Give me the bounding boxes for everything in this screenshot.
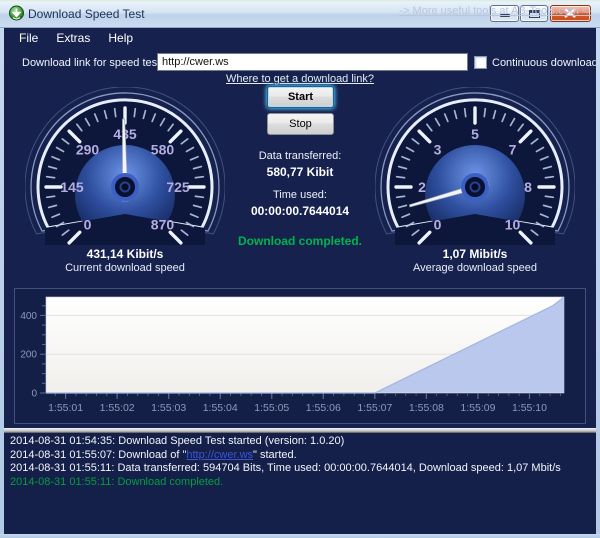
- where-link-row: Where to get a download link?: [0, 73, 600, 85]
- x-axis-label: 1:55:03: [151, 402, 186, 414]
- x-axis-label: 1:55:02: [100, 402, 135, 414]
- window-title: Download Speed Test: [28, 7, 145, 21]
- x-axis-label: 1:55:08: [409, 402, 444, 414]
- window-border-left: [0, 28, 4, 538]
- x-axis-label: 1:55:04: [203, 402, 238, 414]
- average-speed-gauge: 0 2 3 5 7 8 10: [375, 87, 575, 245]
- start-button[interactable]: Start: [267, 86, 334, 108]
- current-speed-gauge: 0145290435580725870: [25, 87, 225, 245]
- y-axis-label: 200: [20, 350, 37, 361]
- x-axis-label: 1:55:05: [254, 402, 289, 414]
- where-to-get-link[interactable]: Where to get a download link?: [226, 73, 374, 85]
- gauge-scale-label: 0: [84, 216, 92, 232]
- y-axis-label: 0: [31, 389, 37, 400]
- continuous-download-checkbox[interactable]: [474, 56, 487, 69]
- y-axis-label: 400: [20, 311, 37, 322]
- menu-item-help[interactable]: Help: [99, 28, 142, 45]
- window-border-bottom: [0, 534, 600, 538]
- gauge-scale-label: 145: [60, 179, 84, 195]
- log-output[interactable]: 2014-08-31 01:54:35: Download Speed Test…: [4, 433, 596, 534]
- gauge-scale-label: 0: [434, 216, 442, 232]
- download-link-label: Download link for speed test:: [22, 57, 163, 69]
- x-axis-label: 1:55:06: [306, 402, 341, 414]
- window-border-right: [596, 28, 600, 538]
- download-completed-message: Download completed.: [200, 234, 400, 248]
- gauge-scale-label: 5: [471, 126, 479, 142]
- log-line: 2014-08-31 01:55:07: Download of "http:/…: [10, 449, 590, 463]
- speed-chart-panel: 0 200 400 1:55:01 1:55:02 1:55:03 1:55:04 1:55:…: [14, 288, 586, 424]
- x-axis-label: 1:55:01: [48, 402, 83, 414]
- gauge-scale-label: 10: [505, 216, 521, 232]
- time-used-label: Time used:: [230, 189, 370, 201]
- speed-chart: 0 200 400 1:55:01 1:55:02 1:55:03 1:55:04 1:55:…: [15, 289, 585, 423]
- gauge-scale-label: 8: [524, 179, 532, 195]
- current-speed-value: 431,14 Kibit/s: [25, 247, 225, 261]
- gauge-scale-label: 580: [151, 142, 175, 158]
- gauge-scale-label: 870: [151, 216, 175, 232]
- gauge-scale-label: 725: [166, 179, 190, 195]
- log-line: 2014-08-31 01:55:11: Download completed.: [10, 476, 590, 490]
- gauge-scale-label: 290: [76, 142, 100, 158]
- app-window: Download Speed Test FileExtrasHelp -> Mo…: [0, 0, 600, 538]
- data-transferred-label: Data transferred:: [230, 150, 370, 162]
- data-transferred-value: 580,77 Kibit: [215, 165, 385, 179]
- download-url-input[interactable]: [157, 53, 468, 71]
- continuous-download-label: Continuous download: [492, 57, 598, 69]
- x-axis-label: 1:55:07: [357, 402, 392, 414]
- stop-button[interactable]: Stop: [267, 113, 334, 135]
- x-axis-label: 1:55:09: [460, 402, 495, 414]
- app-icon: [8, 5, 25, 22]
- ab-tools-link[interactable]: -> More useful tools at AB-Tools.com <-: [399, 5, 592, 17]
- menu-item-file[interactable]: File: [10, 28, 47, 45]
- gauge-scale-label: 7: [509, 142, 517, 158]
- average-speed-caption: Average download speed: [375, 262, 575, 274]
- log-line: 2014-08-31 01:55:11: Data transferred: 5…: [10, 462, 590, 476]
- current-speed-caption: Current download speed: [25, 262, 225, 274]
- log-url-link[interactable]: http://cwer.ws: [186, 449, 253, 461]
- log-line: 2014-08-31 01:54:35: Download Speed Test…: [10, 435, 590, 449]
- gauge-scale-label: 2: [418, 179, 426, 195]
- menu-bar: FileExtrasHelp: [4, 28, 596, 48]
- time-used-value: 00:00:00.7644014: [215, 204, 385, 218]
- gauge-scale-label: 3: [434, 142, 442, 158]
- menu-item-extras[interactable]: Extras: [47, 28, 99, 45]
- x-axis-label: 1:55:10: [512, 402, 547, 414]
- average-speed-value: 1,07 Mibit/s: [375, 247, 575, 261]
